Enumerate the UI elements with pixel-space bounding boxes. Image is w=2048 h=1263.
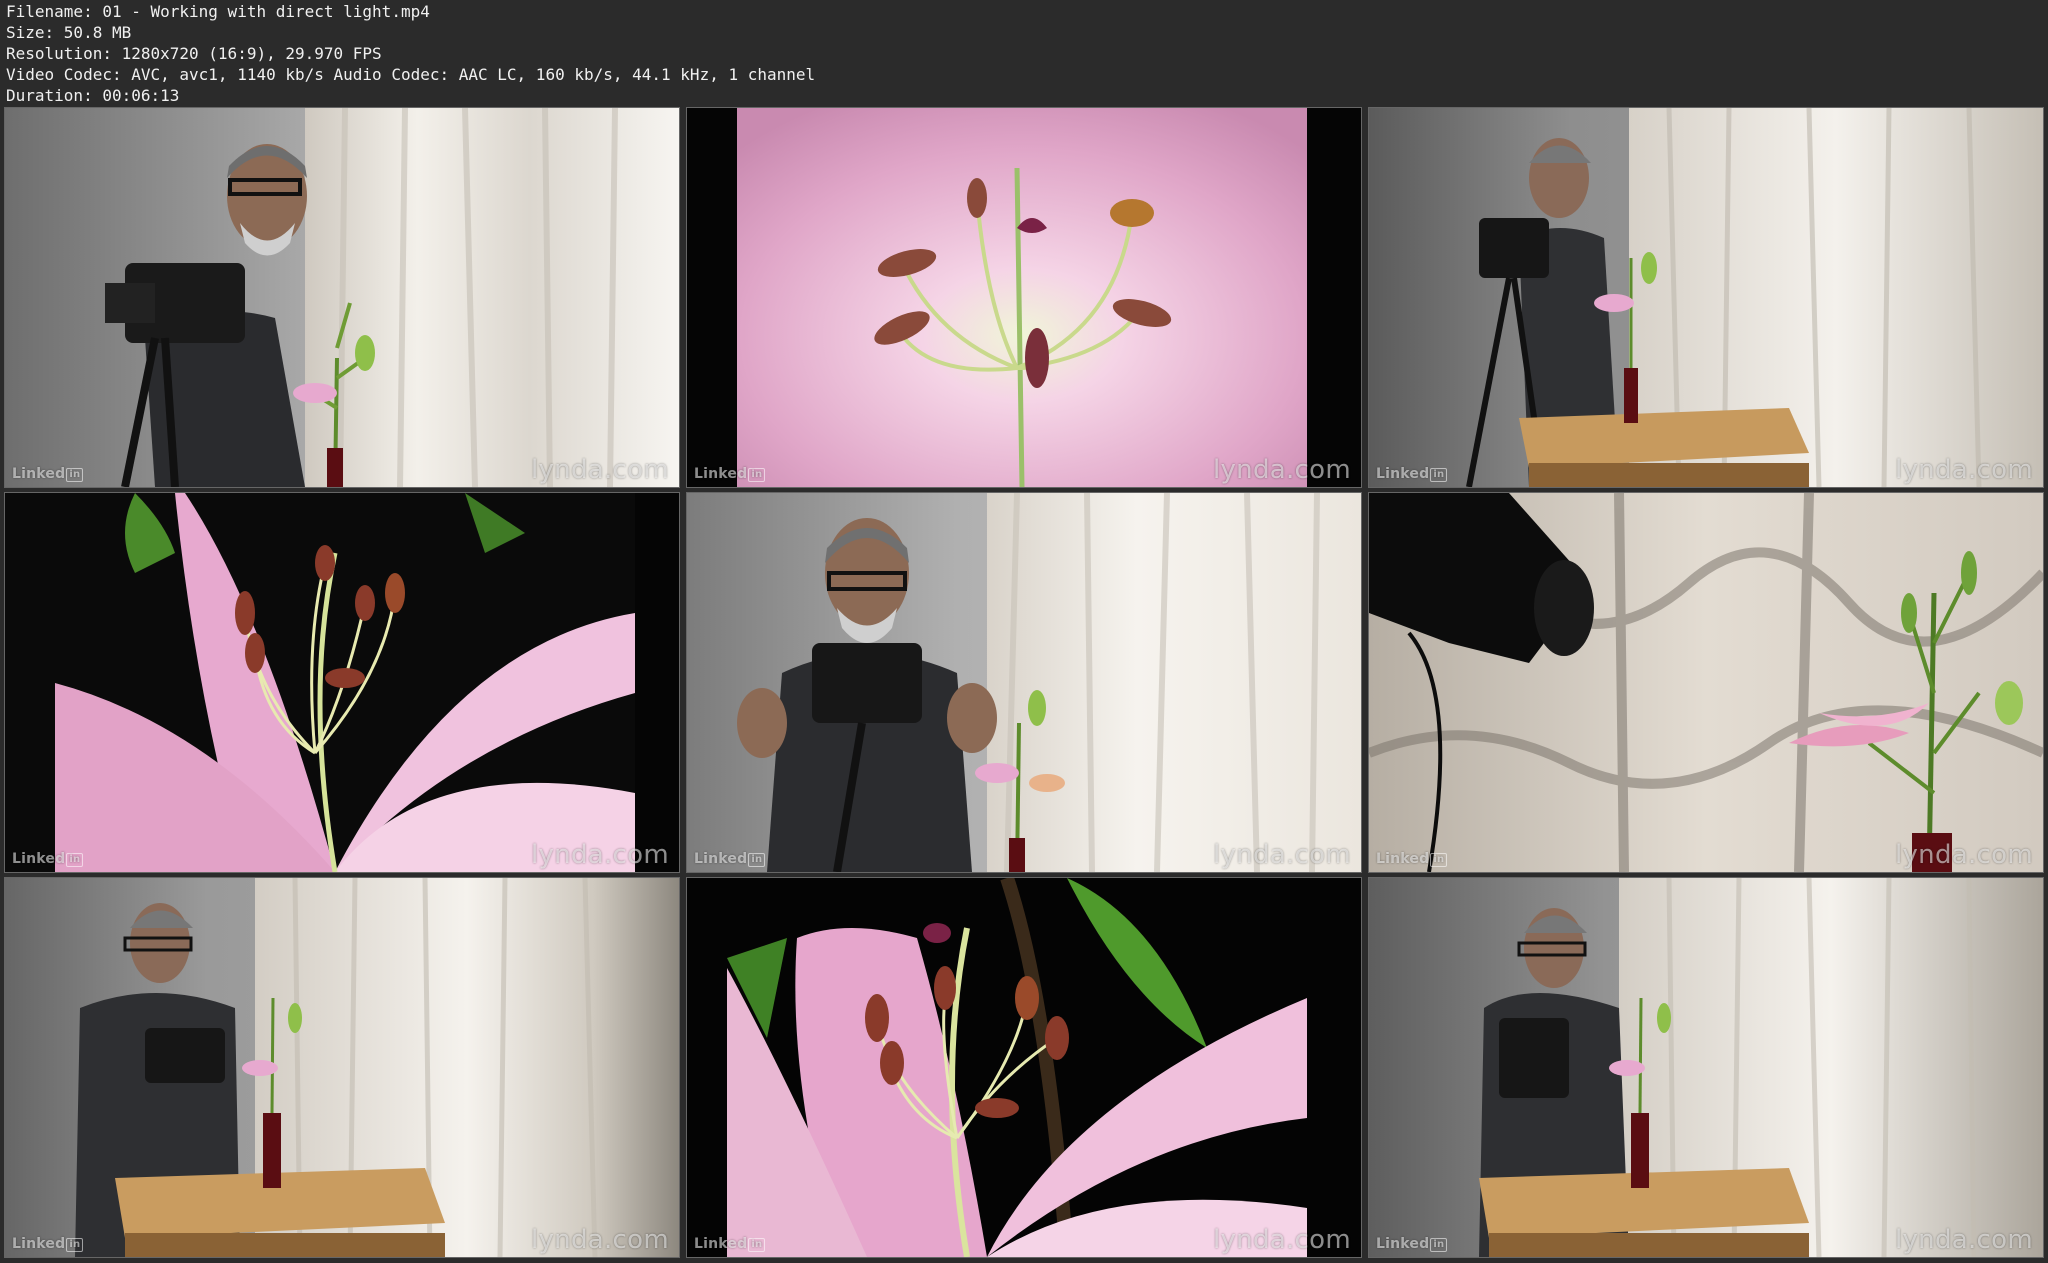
thumbnail-grid: Linked in lynda.com Linked in lynda.com …: [4, 107, 2044, 1258]
lynda-watermark: lynda.com: [530, 1225, 669, 1255]
frame-image: [1369, 878, 2043, 1257]
thumbnail-5[interactable]: Linked in lynda.com: [686, 492, 1362, 873]
thumbnail-9[interactable]: Linked in lynda.com: [1368, 877, 2044, 1258]
linkedin-watermark: Linked in: [1376, 466, 1448, 482]
frame-image: [5, 878, 679, 1257]
frame-image: [1369, 108, 2043, 487]
linkedin-watermark: Linked in: [694, 851, 766, 867]
thumbnail-1[interactable]: Linked in lynda.com: [4, 107, 680, 488]
size-text: Size: 50.8 MB: [6, 23, 132, 42]
resolution-text: Resolution: 1280x720 (16:9), 29.970 FPS: [6, 44, 382, 63]
linkedin-watermark: Linked in: [12, 1236, 84, 1252]
thumbnail-8[interactable]: Linked in lynda.com: [686, 877, 1362, 1258]
linkedin-watermark: Linked in: [694, 1236, 766, 1252]
lynda-watermark: lynda.com: [1894, 1225, 2033, 1255]
lynda-watermark: lynda.com: [1894, 840, 2033, 870]
thumbnail-6[interactable]: Linked in lynda.com: [1368, 492, 2044, 873]
lynda-watermark: lynda.com: [530, 455, 669, 485]
linkedin-watermark: Linked in: [694, 466, 766, 482]
filename-text: Filename: 01 - Working with direct light…: [6, 2, 430, 21]
frame-image: [5, 108, 679, 487]
frame-image: [687, 878, 1361, 1257]
lynda-watermark: lynda.com: [530, 840, 669, 870]
linkedin-watermark: Linked in: [1376, 851, 1448, 867]
lynda-watermark: lynda.com: [1894, 455, 2033, 485]
frame-image: [5, 493, 679, 872]
lynda-watermark: lynda.com: [1212, 455, 1351, 485]
frame-image: [687, 493, 1361, 872]
frame-image: [1369, 493, 2043, 872]
thumbnail-4[interactable]: Linked in lynda.com: [4, 492, 680, 873]
file-info-header: Filename: 01 - Working with direct light…: [6, 0, 2042, 107]
codec-text: Video Codec: AVC, avc1, 1140 kb/s Audio …: [6, 65, 816, 84]
frame-image: [687, 108, 1361, 487]
lynda-watermark: lynda.com: [1212, 1225, 1351, 1255]
lynda-watermark: lynda.com: [1212, 840, 1351, 870]
linkedin-watermark: Linked in: [12, 466, 84, 482]
linkedin-watermark: Linked in: [12, 851, 84, 867]
thumbnail-7[interactable]: Linked in lynda.com: [4, 877, 680, 1258]
linkedin-watermark: Linked in: [1376, 1236, 1448, 1252]
thumbnail-2[interactable]: Linked in lynda.com: [686, 107, 1362, 488]
duration-text: Duration: 00:06:13: [6, 86, 180, 105]
thumbnail-3[interactable]: Linked in lynda.com: [1368, 107, 2044, 488]
